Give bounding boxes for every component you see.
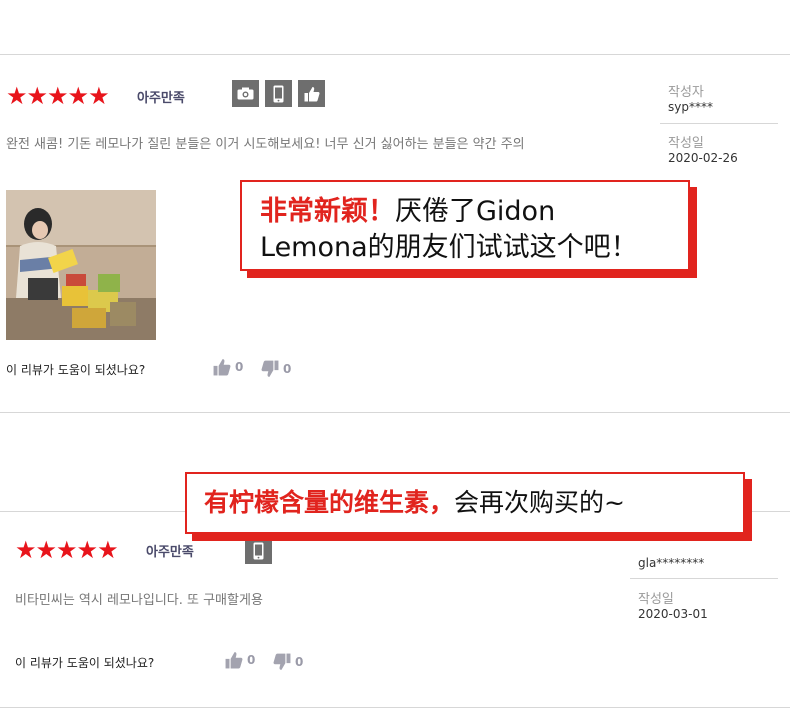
thumbs-down-icon: [273, 653, 291, 670]
camera-icon: [232, 80, 259, 107]
callout-highlight: 非常新颖！: [260, 196, 395, 227]
author-name: gla********: [638, 556, 705, 570]
callout-text: 厌倦了Gidon: [395, 196, 556, 227]
thumbs-up-icon: [213, 359, 231, 376]
meta-divider: [630, 578, 778, 579]
thumbs-down-icon: [261, 360, 279, 377]
helpful-question: 이 리뷰가 도움이 되셨나요?: [6, 363, 146, 377]
translation-callout: 非常新颖！厌倦了Gidon Lemona的朋友们试试这个吧！: [240, 180, 690, 271]
dislike-button[interactable]: 0: [272, 653, 303, 671]
rating-label: 아주만족: [146, 545, 194, 560]
author-label: 작성자: [668, 85, 704, 100]
callout-highlight: 有柠檬含量的维生素，: [204, 488, 455, 517]
date-label: 작성일: [638, 592, 674, 607]
dislike-count: 0: [295, 655, 304, 669]
review-date: 2020-03-01: [638, 607, 708, 621]
bottom-divider: [0, 707, 790, 708]
callout-text: Lemona的朋友们试试这个吧！: [260, 232, 638, 263]
like-button[interactable]: 0: [212, 358, 243, 376]
like-count: 0: [247, 653, 256, 667]
rating-stars: ★★★★★: [15, 536, 119, 564]
rating-label: 아주만족: [137, 91, 185, 106]
review-text: 완전 새콤! 기돈 레모나가 질린 분들은 이거 시도해보세요! 너무 신거 싫…: [6, 137, 525, 152]
thumbs-up-icon: [298, 80, 325, 107]
dislike-button[interactable]: 0: [260, 360, 291, 378]
translation-callout: 有柠檬含量的维生素，会再次购买的~: [185, 472, 745, 534]
review-divider: [0, 412, 790, 413]
rating-stars: ★★★★★: [6, 82, 110, 110]
review-photo[interactable]: [6, 190, 156, 340]
thumbs-up-icon: [225, 652, 243, 669]
helpful-question: 이 리뷰가 도움이 되셨나요?: [15, 656, 155, 670]
dislike-count: 0: [283, 362, 292, 376]
meta-divider: [660, 123, 778, 124]
top-divider: [0, 54, 790, 55]
mobile-icon: [245, 537, 272, 564]
author-name: syp****: [668, 100, 713, 114]
date-label: 작성일: [668, 136, 704, 151]
mobile-icon: [265, 80, 292, 107]
callout-text: 会再次购买的~: [454, 488, 625, 517]
review-date: 2020-02-26: [668, 151, 738, 165]
like-count: 0: [235, 360, 244, 374]
review-text: 비타민씨는 역시 레모나입니다. 또 구매할게용: [15, 593, 263, 608]
like-button[interactable]: 0: [224, 651, 255, 669]
